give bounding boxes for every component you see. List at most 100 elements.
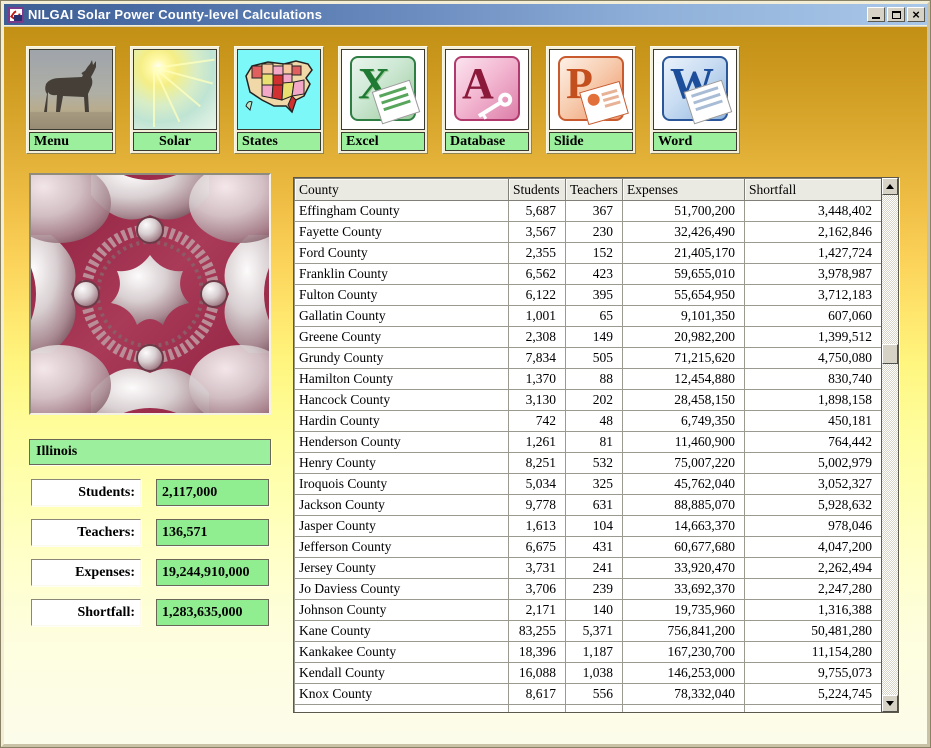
value-cell: 2,355	[509, 243, 566, 264]
window-title: NILGAI Solar Power County-level Calculat…	[28, 7, 322, 22]
scroll-up-button[interactable]	[882, 178, 898, 195]
county-cell: Henderson County	[295, 432, 509, 453]
slide-button[interactable]: P Slide	[546, 46, 636, 154]
value-cell: 149	[566, 327, 623, 348]
table-row[interactable]: Gallatin County1,001659,101,350607,060	[295, 306, 882, 327]
table-row[interactable]: Hardin County742486,749,350450,181	[295, 411, 882, 432]
titlebar[interactable]: NILGAI Solar Power County-level Calculat…	[4, 4, 929, 26]
value-cell: 2,162,846	[745, 222, 882, 243]
county-cell: Iroquois County	[295, 474, 509, 495]
field-value-shortfall[interactable]: 1,283,635,000	[156, 599, 269, 626]
field-value-students[interactable]: 2,117,000	[156, 479, 269, 506]
table-row[interactable]: Jasper County1,61310414,663,370978,046	[295, 516, 882, 537]
table-row[interactable]: Iroquois County5,03432545,762,0403,052,3…	[295, 474, 882, 495]
value-cell: 78,332,040	[623, 684, 745, 705]
word-button[interactable]: W Word	[650, 46, 740, 154]
table-row[interactable]: Jersey County3,73124133,920,4702,262,494	[295, 558, 882, 579]
table-row[interactable]: Ford County2,35515221,405,1701,427,724	[295, 243, 882, 264]
value-cell: 367	[566, 201, 623, 222]
app-icon-corner	[14, 15, 23, 22]
maximize-button[interactable]	[887, 7, 905, 22]
column-header-expenses[interactable]: Expenses	[623, 179, 745, 201]
table-row[interactable]: Henderson County1,2618111,460,900764,442	[295, 432, 882, 453]
scroll-down-button[interactable]	[882, 695, 898, 712]
value-cell: 505	[566, 348, 623, 369]
close-button[interactable]: ×	[907, 7, 925, 22]
county-cell: Ford County	[295, 243, 509, 264]
empty-cell	[566, 705, 623, 712]
table-row[interactable]: Grundy County7,83450571,215,6204,750,080	[295, 348, 882, 369]
field-value-teachers[interactable]: 136,571	[156, 519, 269, 546]
value-cell: 9,101,350	[623, 306, 745, 327]
solar-button-label: Solar	[133, 132, 217, 151]
maximize-icon	[892, 11, 901, 19]
app-icon[interactable]	[8, 7, 24, 23]
table-row[interactable]: Jo Daviess County3,70623933,692,3702,247…	[295, 579, 882, 600]
county-cell: Hardin County	[295, 411, 509, 432]
value-cell: 7,834	[509, 348, 566, 369]
table-row[interactable]: Henry County8,25153275,007,2205,002,979	[295, 453, 882, 474]
value-cell: 1,370	[509, 369, 566, 390]
value-cell: 1,261	[509, 432, 566, 453]
value-cell: 764,442	[745, 432, 882, 453]
table-row[interactable]: Fayette County3,56723032,426,4902,162,84…	[295, 222, 882, 243]
table-row[interactable]: Jefferson County6,67543160,677,6804,047,…	[295, 537, 882, 558]
table-row[interactable]: Effingham County5,68736751,700,2003,448,…	[295, 201, 882, 222]
column-header-county[interactable]: County	[295, 179, 509, 201]
value-cell: 71,215,620	[623, 348, 745, 369]
states-button[interactable]: States	[234, 46, 324, 154]
county-cell: Franklin County	[295, 264, 509, 285]
minimize-icon	[872, 17, 880, 19]
county-cell: Gallatin County	[295, 306, 509, 327]
fractal-image	[29, 173, 271, 415]
table-row[interactable]: Knox County8,61755678,332,0405,224,745	[295, 684, 882, 705]
table-row[interactable]: Fulton County6,12239555,654,9503,712,183	[295, 285, 882, 306]
excel-button[interactable]: X Excel	[338, 46, 428, 154]
empty-cell	[509, 705, 566, 712]
county-cell: Greene County	[295, 327, 509, 348]
county-cell: Jo Daviess County	[295, 579, 509, 600]
table-scrollbar[interactable]	[881, 178, 898, 712]
table-row[interactable]: Hancock County3,13020228,458,1501,898,15…	[295, 390, 882, 411]
table-row[interactable]: Greene County2,30814920,982,2001,399,512	[295, 327, 882, 348]
table-row[interactable]: Kankakee County18,3961,187167,230,70011,…	[295, 642, 882, 663]
scrollbar-thumb[interactable]	[882, 344, 898, 364]
value-cell: 3,567	[509, 222, 566, 243]
table-row[interactable]: Jackson County9,77863188,885,0705,928,63…	[295, 495, 882, 516]
database-button[interactable]: A Database	[442, 46, 532, 154]
empty-cell	[295, 705, 509, 712]
state-name-field[interactable]: Illinois	[29, 439, 271, 465]
county-data-grid[interactable]: CountyStudentsTeachersExpensesShortfall …	[293, 177, 899, 713]
table-row[interactable]: Johnson County2,17114019,735,9601,316,38…	[295, 600, 882, 621]
column-header-teachers[interactable]: Teachers	[566, 179, 623, 201]
table-row[interactable]: Franklin County6,56242359,655,0103,978,9…	[295, 264, 882, 285]
access-key-icon: A	[445, 49, 529, 130]
value-cell: 20,982,200	[623, 327, 745, 348]
close-icon: ×	[912, 9, 920, 20]
value-cell: 55,654,950	[623, 285, 745, 306]
value-cell: 2,262,494	[745, 558, 882, 579]
value-cell: 395	[566, 285, 623, 306]
field-label-expenses: Expenses:	[31, 559, 141, 586]
table-row[interactable]: Kendall County16,0881,038146,253,0009,75…	[295, 663, 882, 684]
table-row[interactable]: Kane County83,2555,371756,841,20050,481,…	[295, 621, 882, 642]
value-cell: 1,038	[566, 663, 623, 684]
value-cell: 3,706	[509, 579, 566, 600]
table-row[interactable]: Hamilton County1,3708812,454,880830,740	[295, 369, 882, 390]
value-cell: 450,181	[745, 411, 882, 432]
value-cell: 1,001	[509, 306, 566, 327]
column-header-students[interactable]: Students	[509, 179, 566, 201]
value-cell: 5,928,632	[745, 495, 882, 516]
value-cell: 60,677,680	[623, 537, 745, 558]
word-icon: W	[653, 49, 737, 130]
value-cell: 6,562	[509, 264, 566, 285]
column-header-shortfall[interactable]: Shortfall	[745, 179, 882, 201]
solar-button[interactable]: Solar	[130, 46, 220, 154]
value-cell: 50,481,280	[745, 621, 882, 642]
value-cell: 1,898,158	[745, 390, 882, 411]
county-table: CountyStudentsTeachersExpensesShortfall …	[294, 178, 882, 712]
menu-button[interactable]: Menu	[26, 46, 116, 154]
value-cell: 5,034	[509, 474, 566, 495]
minimize-button[interactable]	[867, 7, 885, 22]
field-value-expenses[interactable]: 19,244,910,000	[156, 559, 269, 586]
